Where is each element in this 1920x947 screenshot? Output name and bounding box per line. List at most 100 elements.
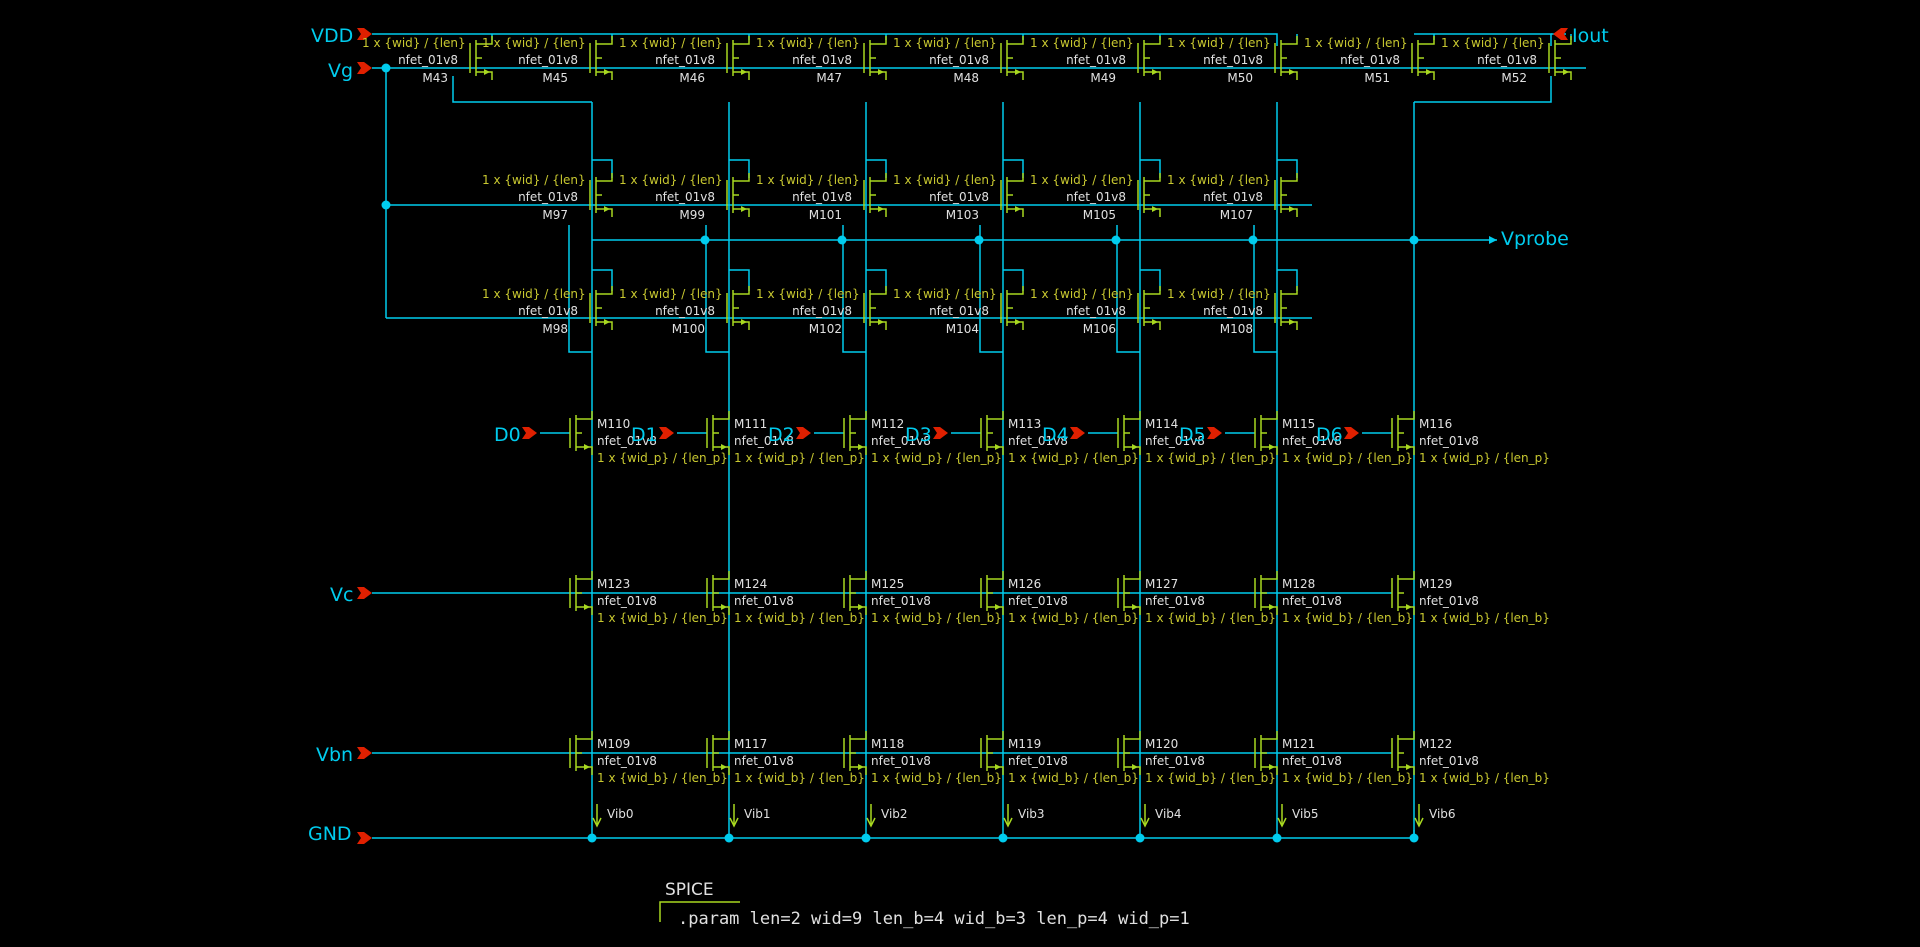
bias-name-2: M118 [871,737,904,751]
bias-name-1: M117 [734,737,767,751]
cascode2-model-5: nfet_01v8 [1203,304,1263,318]
bias-name-5: M121 [1282,737,1315,751]
cascode2-param-4: 1 x {wid} / {len} [1030,287,1134,301]
cascode1-name-1: M99 [679,208,705,222]
cascode1-param-5: 1 x {wid} / {len} [1167,173,1271,187]
port-d6-label: D6 [1316,424,1343,446]
junction-dot [1135,833,1145,843]
canvas-background [0,0,1920,947]
port-vbn-label: Vbn [316,744,353,766]
vc-name-0: M123 [597,577,630,591]
bias-param-5: 1 x {wid_b} / {len_b} [1282,771,1413,785]
cascode2-param-2: 1 x {wid} / {len} [756,287,860,301]
cascode1-model-2: nfet_01v8 [792,190,852,204]
port-d1-label: D1 [631,424,658,446]
switch-param-2: 1 x {wid_p} / {len_p} [871,451,1002,465]
port-vc-label: Vc [330,584,353,606]
switch-name-1: M111 [734,417,767,431]
mirror-name-5: M49 [1090,71,1116,85]
bias-model-2: nfet_01v8 [871,754,931,768]
vc-param-3: 1 x {wid_b} / {len_b} [1008,611,1139,625]
vc-name-4: M127 [1145,577,1178,591]
cascode1-name-5: M107 [1220,208,1253,222]
mirror-model-3: nfet_01v8 [792,53,852,67]
mirror-model-1: nfet_01v8 [518,53,578,67]
switch-param-4: 1 x {wid_p} / {len_p} [1145,451,1276,465]
bias-name-4: M120 [1145,737,1178,751]
cascode2-name-5: M108 [1220,322,1253,336]
junction-dot [587,833,597,843]
bias-param-4: 1 x {wid_b} / {len_b} [1145,771,1276,785]
cascode1-model-4: nfet_01v8 [1066,190,1126,204]
vc-model-3: nfet_01v8 [1008,594,1068,608]
port-d2-label: D2 [768,424,795,446]
current-source-label-3: Vib3 [1018,807,1045,821]
mirror-name-0: M43 [422,71,448,85]
cascode2-name-2: M102 [809,322,842,336]
mirror-name-7: M51 [1364,71,1390,85]
switch-name-5: M115 [1282,417,1315,431]
mirror-param-7: 1 x {wid} / {len} [1304,36,1408,50]
cascode2-param-1: 1 x {wid} / {len} [619,287,723,301]
cascode2-model-3: nfet_01v8 [929,304,989,318]
junction-dot [1409,235,1419,245]
junction-dot [837,235,847,245]
bias-name-3: M119 [1008,737,1041,751]
vc-name-5: M128 [1282,577,1315,591]
mirror-param-1: 1 x {wid} / {len} [482,36,586,50]
switch-name-6: M116 [1419,417,1452,431]
switch-name-4: M114 [1145,417,1178,431]
port-vdd-label: VDD [311,25,353,47]
vc-model-6: nfet_01v8 [1419,594,1479,608]
switch-name-2: M112 [871,417,904,431]
vc-model-2: nfet_01v8 [871,594,931,608]
current-source-label-5: Vib5 [1292,807,1319,821]
current-source-label-0: Vib0 [607,807,634,821]
cascode1-param-3: 1 x {wid} / {len} [893,173,997,187]
current-source-label-4: Vib4 [1155,807,1182,821]
bias-model-1: nfet_01v8 [734,754,794,768]
mirror-model-4: nfet_01v8 [929,53,989,67]
port-d3-label: D3 [905,424,932,446]
bias-model-3: nfet_01v8 [1008,754,1068,768]
vc-param-1: 1 x {wid_b} / {len_b} [734,611,865,625]
bias-model-6: nfet_01v8 [1419,754,1479,768]
cascode1-model-1: nfet_01v8 [655,190,715,204]
junction-dot [381,63,391,73]
port-iout-label: Iout [1572,25,1609,47]
junction-dot [1111,235,1121,245]
mirror-param-8: 1 x {wid} / {len} [1441,36,1545,50]
cascode1-name-4: M105 [1083,208,1116,222]
cascode2-name-1: M100 [672,322,705,336]
bias-param-2: 1 x {wid_b} / {len_b} [871,771,1002,785]
bias-model-4: nfet_01v8 [1145,754,1205,768]
switch-param-6: 1 x {wid_p} / {len_p} [1419,451,1550,465]
current-source-label-1: Vib1 [744,807,771,821]
cascode1-param-2: 1 x {wid} / {len} [756,173,860,187]
cascode2-name-3: M104 [946,322,979,336]
bias-name-0: M109 [597,737,630,751]
mirror-param-5: 1 x {wid} / {len} [1030,36,1134,50]
cascode2-param-3: 1 x {wid} / {len} [893,287,997,301]
vc-model-4: nfet_01v8 [1145,594,1205,608]
junction-dot [998,833,1008,843]
switch-param-1: 1 x {wid_p} / {len_p} [734,451,865,465]
bias-param-1: 1 x {wid_b} / {len_b} [734,771,865,785]
junction-dot [724,833,734,843]
cascode1-param-0: 1 x {wid} / {len} [482,173,586,187]
vc-param-5: 1 x {wid_b} / {len_b} [1282,611,1413,625]
junction-dot [861,833,871,843]
mirror-model-2: nfet_01v8 [655,53,715,67]
vc-param-0: 1 x {wid_b} / {len_b} [597,611,728,625]
vc-model-0: nfet_01v8 [597,594,657,608]
bias-model-0: nfet_01v8 [597,754,657,768]
mirror-name-4: M48 [953,71,979,85]
vc-model-1: nfet_01v8 [734,594,794,608]
cascode2-param-5: 1 x {wid} / {len} [1167,287,1271,301]
cascode2-name-4: M106 [1083,322,1116,336]
cascode1-param-1: 1 x {wid} / {len} [619,173,723,187]
cascode1-name-0: M97 [542,208,568,222]
mirror-name-1: M45 [542,71,568,85]
vc-name-1: M124 [734,577,767,591]
cascode2-model-2: nfet_01v8 [792,304,852,318]
